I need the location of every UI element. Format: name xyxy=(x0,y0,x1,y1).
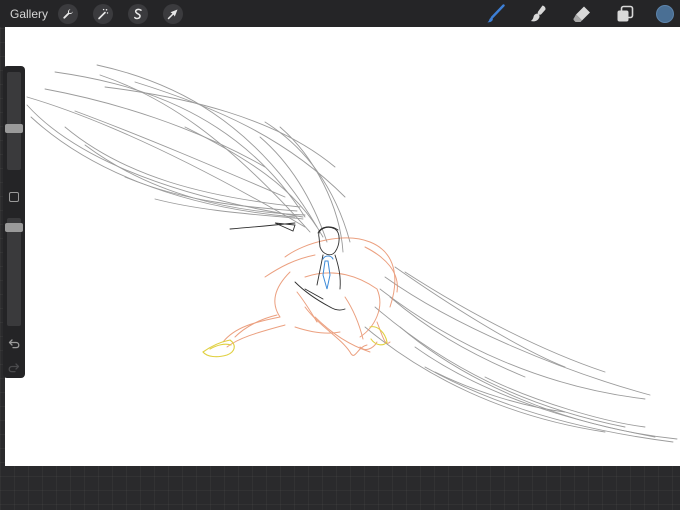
brush-icon xyxy=(487,3,505,22)
brush-size-thumb[interactable] xyxy=(5,123,23,133)
adjustments-button[interactable] xyxy=(93,3,114,24)
opacity-thumb[interactable] xyxy=(5,222,23,232)
right-wing-strokes xyxy=(364,266,678,443)
shoe-strokes xyxy=(202,326,388,358)
smudge-button[interactable] xyxy=(528,3,550,25)
actions-button[interactable] xyxy=(58,3,79,24)
redo-icon[interactable] xyxy=(8,361,20,373)
sketch-artwork xyxy=(26,64,678,443)
brush-button[interactable] xyxy=(485,3,507,25)
wrench-icon xyxy=(63,8,73,19)
brush-sidebar xyxy=(3,66,25,378)
layers-icon xyxy=(617,5,634,21)
body-strokes xyxy=(222,237,398,356)
modify-button[interactable] xyxy=(9,192,19,202)
right-toolbar xyxy=(464,0,680,27)
transform-button[interactable] xyxy=(163,3,184,24)
magic-wand-icon xyxy=(98,8,109,19)
figure-detail-strokes xyxy=(229,222,346,311)
drawing-canvas[interactable] xyxy=(5,27,680,466)
smudge-icon xyxy=(530,5,546,21)
undo-icon[interactable] xyxy=(8,337,20,349)
layers-button[interactable] xyxy=(614,3,636,25)
transform-arrow-icon xyxy=(167,9,178,19)
left-wing-strokes xyxy=(26,64,351,253)
color-picker-button[interactable] xyxy=(656,4,674,23)
selection-icon xyxy=(134,8,142,19)
eraser-button[interactable] xyxy=(571,3,593,25)
selection-button[interactable] xyxy=(128,3,149,24)
gallery-button[interactable]: Gallery xyxy=(10,7,48,21)
top-toolbar: Gallery xyxy=(0,0,680,27)
brush-size-slider[interactable] xyxy=(7,72,21,170)
eraser-icon xyxy=(573,6,590,22)
opacity-slider[interactable] xyxy=(7,218,21,326)
